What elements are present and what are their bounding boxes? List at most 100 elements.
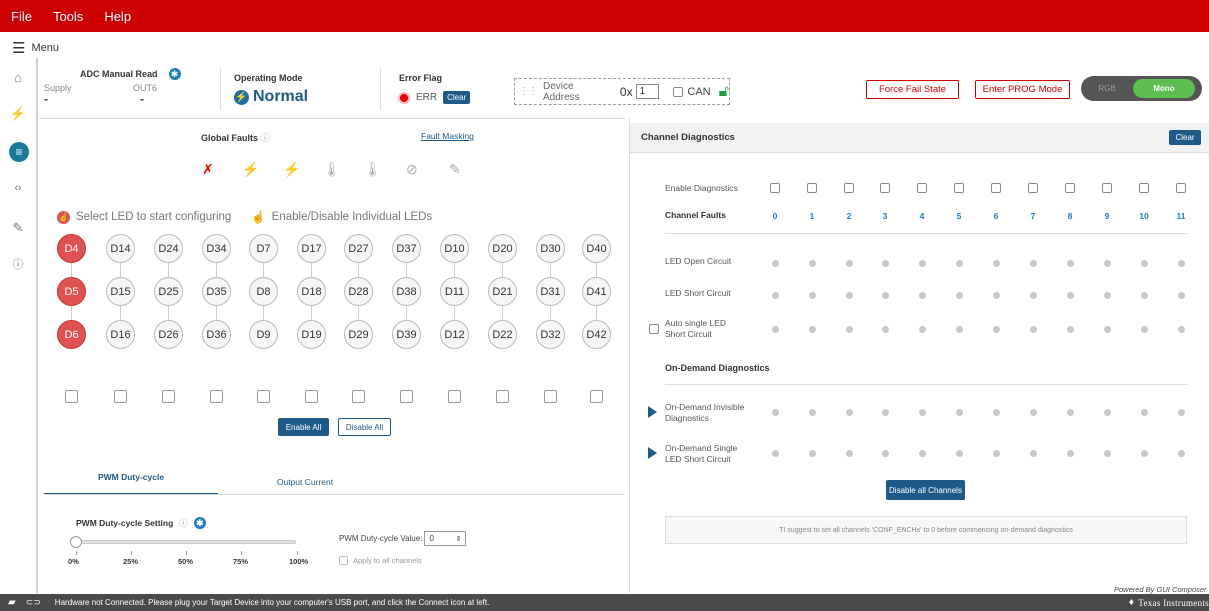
enable-diag-checkbox-2[interactable] [844, 183, 854, 193]
led-column-checkbox[interactable] [496, 390, 509, 403]
led-d16[interactable]: D16 [106, 320, 135, 349]
led-column-checkbox[interactable] [65, 390, 78, 403]
rgb-label[interactable]: RGB [1081, 84, 1133, 93]
drag-handle-icon[interactable]: ⋮⋮ [519, 86, 538, 97]
power-icon[interactable]: ⚡ [0, 106, 36, 122]
play-icon[interactable] [648, 447, 657, 459]
led-d25[interactable]: D25 [154, 277, 183, 306]
enable-diag-checkbox-4[interactable] [917, 183, 927, 193]
led-d11[interactable]: D11 [440, 277, 469, 306]
led-d4[interactable]: D4 [57, 234, 86, 263]
tab-output-current[interactable]: Output Current [218, 477, 392, 487]
led-d38[interactable]: D38 [392, 277, 421, 306]
menu-help[interactable]: Help [104, 9, 131, 24]
menu-tools[interactable]: Tools [53, 9, 83, 24]
enable-all-button[interactable]: Enable All [278, 418, 329, 436]
clear-diagnostics-button[interactable]: Clear [1169, 130, 1201, 145]
enable-diag-checkbox-9[interactable] [1102, 183, 1112, 193]
led-d14[interactable]: D14 [106, 234, 135, 263]
menu-file[interactable]: File [11, 9, 32, 24]
pencil-icon[interactable]: ✎ [0, 220, 36, 236]
led-column-checkbox[interactable] [114, 390, 127, 403]
led-d34[interactable]: D34 [202, 234, 231, 263]
code-icon[interactable]: ‹› [0, 182, 36, 194]
pwm-slider-thumb[interactable] [70, 536, 82, 548]
led-column-checkbox[interactable] [352, 390, 365, 403]
disable-all-button[interactable]: Disable All [338, 418, 391, 436]
led-column-checkbox[interactable] [544, 390, 557, 403]
led-d39[interactable]: D39 [392, 320, 421, 349]
led-d19[interactable]: D19 [297, 320, 326, 349]
pwm-slider-track[interactable] [76, 540, 296, 544]
disable-all-channels-button[interactable]: Disable all Channels [886, 480, 965, 500]
rgb-mono-toggle[interactable]: RGB Mono [1081, 76, 1202, 101]
err-clear-button[interactable]: Clear [443, 91, 471, 104]
led-d41[interactable]: D41 [582, 277, 611, 306]
enable-diag-checkbox-1[interactable] [807, 183, 817, 193]
device-address-input[interactable]: 1 [635, 84, 660, 99]
led-d42[interactable]: D42 [582, 320, 611, 349]
info-icon[interactable]: ⓘ [261, 133, 270, 143]
led-d32[interactable]: D32 [536, 320, 565, 349]
led-d5[interactable]: D5 [57, 277, 86, 306]
enable-diag-checkbox-11[interactable] [1176, 183, 1186, 193]
led-d37[interactable]: D37 [392, 234, 421, 263]
led-d30[interactable]: D30 [536, 234, 565, 263]
led-d31[interactable]: D31 [536, 277, 565, 306]
led-d15[interactable]: D15 [106, 277, 135, 306]
menu-toggle[interactable]: ☰ Menu [0, 38, 59, 58]
enable-diag-checkbox-5[interactable] [954, 183, 964, 193]
enable-diag-checkbox-0[interactable] [770, 183, 780, 193]
led-d18[interactable]: D18 [297, 277, 326, 306]
gear-icon[interactable]: ✱ [193, 517, 206, 529]
enable-diag-checkbox-8[interactable] [1065, 183, 1075, 193]
led-d12[interactable]: D12 [440, 320, 469, 349]
settings-sliders-icon[interactable]: ≡ [9, 142, 29, 162]
led-d17[interactable]: D17 [297, 234, 326, 263]
led-d29[interactable]: D29 [344, 320, 373, 349]
auto-single-checkbox[interactable] [649, 324, 659, 334]
led-d10[interactable]: D10 [440, 234, 469, 263]
info-icon[interactable]: ⓘ [179, 517, 188, 529]
apply-all-checkbox[interactable] [339, 556, 348, 565]
led-d20[interactable]: D20 [488, 234, 517, 263]
force-fail-button[interactable]: Force Fail State [866, 80, 959, 99]
pwm-value-spinner[interactable]: 0 ⇕ [424, 531, 467, 546]
led-column-checkbox[interactable] [590, 390, 603, 403]
led-d24[interactable]: D24 [154, 234, 183, 263]
unlock-icon[interactable]: 🔓︎ [719, 83, 729, 101]
led-d6[interactable]: D6 [57, 320, 86, 349]
led-d27[interactable]: D27 [344, 234, 373, 263]
led-d8[interactable]: D8 [249, 277, 278, 306]
enable-diag-checkbox-6[interactable] [991, 183, 1001, 193]
play-icon[interactable] [648, 406, 657, 418]
can-checkbox[interactable] [673, 86, 684, 97]
fault-masking-link[interactable]: Fault Masking [421, 131, 474, 141]
enable-diag-checkbox-3[interactable] [880, 183, 890, 193]
led-column-checkbox[interactable] [257, 390, 270, 403]
tab-pwm[interactable]: PWM Duty-cycle [44, 472, 218, 482]
hamburger-icon[interactable]: ☰ [12, 41, 25, 56]
led-d28[interactable]: D28 [344, 277, 373, 306]
help-icon[interactable]: ⓘ [0, 256, 36, 272]
led-column-checkbox[interactable] [400, 390, 413, 403]
connect-icon[interactable]: ⊂⊃ [26, 597, 41, 608]
led-d21[interactable]: D21 [488, 277, 517, 306]
led-d9[interactable]: D9 [249, 320, 278, 349]
home-icon[interactable]: ⌂ [0, 70, 36, 85]
led-column-checkbox[interactable] [162, 390, 175, 403]
enable-diag-checkbox-10[interactable] [1139, 183, 1149, 193]
led-column-checkbox[interactable] [210, 390, 223, 403]
led-d36[interactable]: D36 [202, 320, 231, 349]
led-column-checkbox[interactable] [305, 390, 318, 403]
enable-diag-checkbox-7[interactable] [1028, 183, 1038, 193]
mono-label[interactable]: Mono [1133, 79, 1195, 98]
gear-icon[interactable]: ✱ [168, 68, 181, 80]
enter-prog-button[interactable]: Enter PROG Mode [975, 80, 1070, 99]
led-d22[interactable]: D22 [488, 320, 517, 349]
led-d26[interactable]: D26 [154, 320, 183, 349]
led-column-checkbox[interactable] [448, 390, 461, 403]
led-d7[interactable]: D7 [249, 234, 278, 263]
led-d35[interactable]: D35 [202, 277, 231, 306]
notebook-icon[interactable]: ▰ [8, 597, 16, 608]
